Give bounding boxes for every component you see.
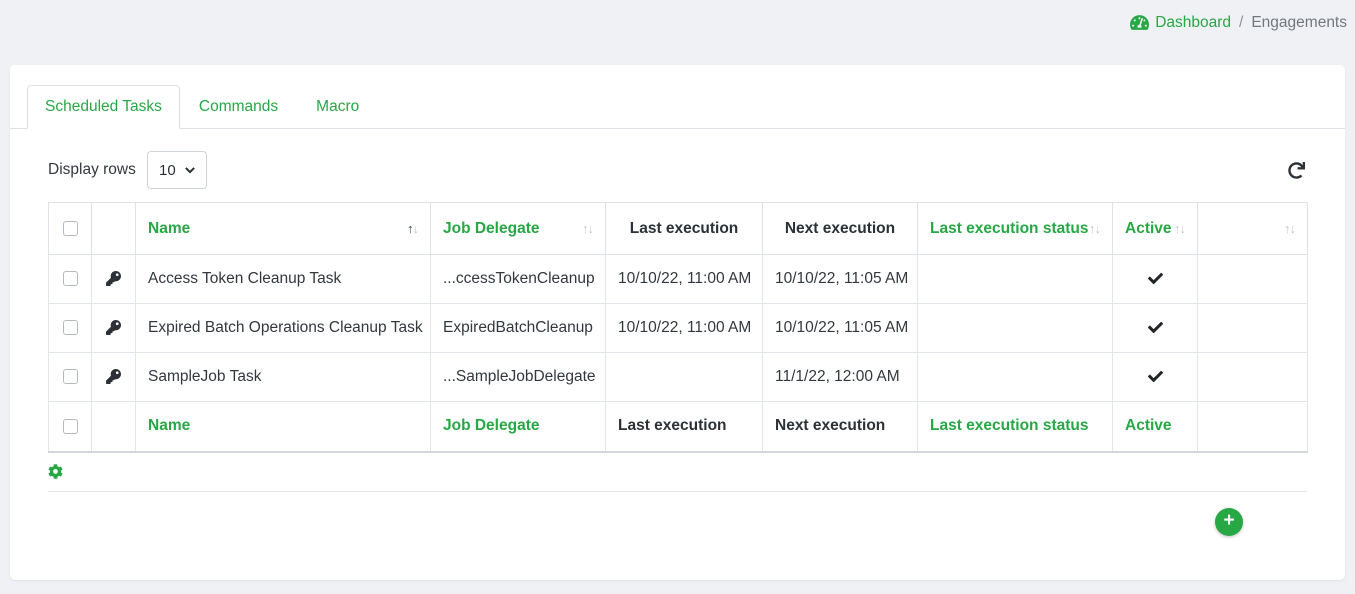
row-key-cell xyxy=(92,353,136,402)
key-icon[interactable] xyxy=(106,369,121,384)
breadcrumb: Dashboard / Engagements xyxy=(1130,13,1347,32)
sort-desc-icon: ↓ xyxy=(1180,221,1186,236)
footer-key-column xyxy=(92,402,136,452)
cell-next-execution: 11/1/22, 12:00 AM xyxy=(763,353,918,402)
footer-name: Name xyxy=(136,402,431,452)
scheduled-tasks-table: Name ↑↓ Job Delegate ↑↓ Last execution N… xyxy=(48,202,1308,453)
gear-icon xyxy=(48,464,63,479)
tab-scheduled-tasks[interactable]: Scheduled Tasks xyxy=(27,85,180,129)
tab-bar: Scheduled Tasks Commands Macro xyxy=(10,65,1345,129)
sort-desc-icon: ↓ xyxy=(1290,221,1296,236)
table-settings-button[interactable] xyxy=(48,464,63,479)
sort-icons-name[interactable]: ↑↓ xyxy=(407,221,418,236)
cell-job-delegate: ExpiredBatchCleanup xyxy=(431,304,606,353)
table-row: SampleJob Task ...SampleJobDelegate 11/1… xyxy=(49,353,1308,402)
footer-job-delegate: Job Delegate xyxy=(431,402,606,452)
sort-desc-icon: ↓ xyxy=(413,221,419,236)
footer-header-row: Name Job Delegate Last execution Next ex… xyxy=(49,402,1308,452)
header-last-execution-status[interactable]: Last execution status ↑↓ xyxy=(918,203,1113,255)
sort-icons-actions[interactable]: ↑↓ xyxy=(1284,221,1295,236)
check-icon xyxy=(1148,320,1163,335)
header-active[interactable]: Active ↑↓ xyxy=(1113,203,1198,255)
cell-name: Expired Batch Operations Cleanup Task xyxy=(136,304,431,353)
footer-last-execution-status: Last execution status xyxy=(918,402,1113,452)
tab-commands[interactable]: Commands xyxy=(180,86,297,128)
footer-next-execution: Next execution xyxy=(763,402,918,452)
refresh-button[interactable] xyxy=(1285,159,1307,181)
cell-name: Access Token Cleanup Task xyxy=(136,255,431,304)
footer-actions-column xyxy=(1198,402,1308,452)
table-row: Access Token Cleanup Task ...ccessTokenC… xyxy=(49,255,1308,304)
sort-desc-icon: ↓ xyxy=(1095,221,1101,236)
cell-actions xyxy=(1198,353,1308,402)
cell-job-delegate: ...ccessTokenCleanup xyxy=(431,255,606,304)
footer-select-all-checkbox[interactable] xyxy=(63,419,78,434)
cell-last-execution: 10/10/22, 11:00 AM xyxy=(606,304,763,353)
header-last-execution: Last execution xyxy=(606,203,763,255)
table-row: Expired Batch Operations Cleanup Task Ex… xyxy=(49,304,1308,353)
cell-next-execution: 10/10/22, 11:05 AM xyxy=(763,255,918,304)
display-rows-label: Display rows xyxy=(48,161,136,179)
add-task-button[interactable]: + xyxy=(1215,508,1243,536)
cell-last-execution xyxy=(606,353,763,402)
tab-macro[interactable]: Macro xyxy=(297,86,378,128)
cell-last-execution-status xyxy=(918,255,1113,304)
cell-active xyxy=(1113,304,1198,353)
sort-icons-last-execution-status[interactable]: ↑↓ xyxy=(1089,221,1100,236)
check-icon xyxy=(1148,369,1163,384)
display-rows-value: 10 xyxy=(159,162,176,179)
top-bar: Dashboard / Engagements xyxy=(0,0,1355,65)
footer-last-execution: Last execution xyxy=(606,402,763,452)
row-key-cell xyxy=(92,255,136,304)
display-rows-control: Display rows 10 xyxy=(48,151,207,189)
key-icon[interactable] xyxy=(106,320,121,335)
footer-active: Active xyxy=(1113,402,1198,452)
cell-last-execution-status xyxy=(918,353,1113,402)
cell-active xyxy=(1113,255,1198,304)
main-card: Scheduled Tasks Commands Macro Display r… xyxy=(10,65,1345,580)
cell-next-execution: 10/10/22, 11:05 AM xyxy=(763,304,918,353)
cell-actions xyxy=(1198,304,1308,353)
cell-active xyxy=(1113,353,1198,402)
add-row: + xyxy=(48,492,1307,536)
sort-icons-job-delegate[interactable]: ↑↓ xyxy=(582,221,593,236)
cell-name: SampleJob Task xyxy=(136,353,431,402)
sort-desc-icon: ↓ xyxy=(588,221,594,236)
header-next-execution: Next execution xyxy=(763,203,918,255)
cell-last-execution-status xyxy=(918,304,1113,353)
header-key-column xyxy=(92,203,136,255)
breadcrumb-dashboard-link[interactable]: Dashboard xyxy=(1130,13,1231,32)
display-rows-select[interactable]: 10 xyxy=(147,151,207,189)
row-checkbox[interactable] xyxy=(63,271,78,286)
cell-last-execution: 10/10/22, 11:00 AM xyxy=(606,255,763,304)
cell-actions xyxy=(1198,255,1308,304)
breadcrumb-dashboard-label: Dashboard xyxy=(1155,14,1231,32)
header-job-delegate[interactable]: Job Delegate ↑↓ xyxy=(431,203,606,255)
table-toolbar: Display rows 10 xyxy=(48,151,1307,189)
plus-icon: + xyxy=(1223,511,1234,530)
breadcrumb-separator: / xyxy=(1239,14,1243,32)
breadcrumb-current: Engagements xyxy=(1251,14,1347,32)
header-name[interactable]: Name ↑↓ xyxy=(136,203,431,255)
chevron-down-icon xyxy=(185,165,195,175)
select-all-checkbox[interactable] xyxy=(63,221,78,236)
header-row: Name ↑↓ Job Delegate ↑↓ Last execution N… xyxy=(49,203,1308,255)
sort-icons-active[interactable]: ↑↓ xyxy=(1174,221,1185,236)
row-checkbox[interactable] xyxy=(63,320,78,335)
check-icon xyxy=(1148,271,1163,286)
table-settings-row xyxy=(48,464,1307,484)
row-checkbox[interactable] xyxy=(63,369,78,384)
refresh-icon xyxy=(1288,162,1305,179)
key-icon[interactable] xyxy=(106,271,121,286)
gauge-icon xyxy=(1130,13,1149,32)
cell-job-delegate: ...SampleJobDelegate xyxy=(431,353,606,402)
tab-content: Display rows 10 Name xyxy=(10,129,1345,536)
row-key-cell xyxy=(92,304,136,353)
header-actions-column[interactable]: ↑↓ xyxy=(1198,203,1308,255)
